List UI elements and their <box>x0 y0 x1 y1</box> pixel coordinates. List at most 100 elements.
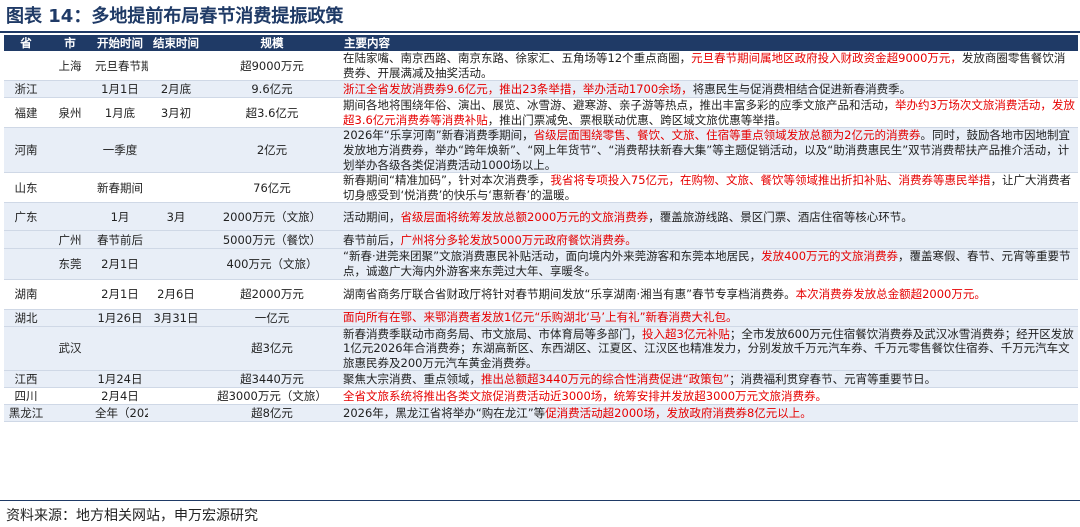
cell-end <box>148 326 204 372</box>
cell-city <box>48 127 92 174</box>
cell-province: 山东 <box>4 172 48 204</box>
cell-end: 3月初 <box>148 97 204 129</box>
highlight-text: 浙江全省发放消费券9.6亿元，推出23条举措，举办活动1700余场， <box>343 81 693 96</box>
cell-city: 武汉 <box>48 326 92 372</box>
content-text: 期间各地将围绕年俗、演出、展览、冰雪游、避寒游、亲子游等热点，推出丰富多彩的应季… <box>343 98 895 113</box>
cell-city: 上海 <box>48 51 92 82</box>
cell-scale: 超9000万元 <box>204 51 340 82</box>
table-row: 广东 1月 3月 2000万元（文旅） 活动期间，省级层面将统筹发放总额2000万元的文… <box>4 202 1078 232</box>
highlight-text: 元旦春节期间属地区政府投入财政资金超9000万元， <box>691 51 962 65</box>
table-row: 广州 春节前后 5000万元（餐饮） 春节前后，广州将分多轮发放5000万元政府餐饮消… <box>4 230 1078 250</box>
table-row: 上海元旦春节期间 超9000万元在陆家嘴、南京西路、南京东路、徐家汇、五角场等12… <box>4 51 1078 82</box>
cell-content: “新春·进莞来团聚”文旅消费惠民补贴活动，面向境内外来莞游客和东莞本地居民，发放… <box>340 248 1078 280</box>
source-note: 资料来源：地方相关网站，申万宏源研究 <box>6 508 258 524</box>
cell-end: 3月 <box>148 202 204 232</box>
cell-province <box>4 51 48 82</box>
content-text: 2026年，黑龙江省将举办“购在龙江”等 <box>343 406 546 421</box>
cell-scale: 超3亿元 <box>204 326 340 372</box>
cell-start: 1月26日 <box>92 309 148 327</box>
table-header-row: 省 市 开始时间 结束时间 规模 主要内容 <box>4 35 1078 51</box>
content-text: 将惠民生与促消费相结合促进新春消费季。 <box>692 81 912 96</box>
cell-end <box>148 51 204 82</box>
cell-province: 广东 <box>4 202 48 232</box>
cell-province: 黑龙江 <box>4 404 48 423</box>
title-rule <box>0 31 1080 33</box>
cell-end: 2月6日 <box>148 279 204 310</box>
table-body: 上海元旦春节期间 超9000万元在陆家嘴、南京西路、南京东路、徐家汇、五角场等12… <box>4 51 1078 423</box>
content-text: 春节前后， <box>343 232 401 247</box>
table-row: 福建 泉州 1月底 3月初 超3.6亿元 期间各地将围绕年俗、演出、展览、冰雪游、避寒游、… <box>4 97 1078 129</box>
table-row: 东莞 2月1日 400万元（文旅） “新春·进莞来团聚”文旅消费惠民补贴活动，面向境内… <box>4 248 1078 280</box>
header-scale: 规模 <box>204 35 340 51</box>
cell-end <box>148 387 204 406</box>
highlight-text: 省级层面围绕零售、餐饮、文旅、住宿等重点领域发放总额为2亿元的消费券 <box>533 128 921 143</box>
cell-city <box>48 370 92 389</box>
highlight-text: 省级层面将统筹发放总额2000万元的文旅消费券 <box>400 209 649 224</box>
table-row: 江西 1月24日 超3440万元 聚焦大宗消费、重点领域，推出总额超3440万元的综合… <box>4 370 1078 389</box>
content-text: 聚焦大宗消费、重点领域， <box>343 372 481 387</box>
content-text: 新春消费季联动市商务局、市文旅局、市体育局等多部门， <box>343 326 642 341</box>
cell-city: 广州 <box>48 230 92 250</box>
header-end: 结束时间 <box>148 35 204 51</box>
cell-content: 期间各地将围绕年俗、演出、展览、冰雪游、避寒游、亲子游等热点，推出丰富多彩的应季… <box>340 97 1078 129</box>
cell-city <box>48 202 92 232</box>
cell-content: 全省文旅系统将推出各类文旅促消费活动近3000场，统筹安排并发放超3000万元文… <box>340 387 1078 406</box>
cell-end <box>148 248 204 280</box>
cell-scale: 超3000万元（文旅） <box>204 387 340 406</box>
highlight-text: 广州将分多轮发放5000万元政府餐饮消费券。 <box>400 232 637 247</box>
cell-end <box>148 172 204 204</box>
highlight-text: 推出总额超3440万元的综合性消费促进“政策包” <box>481 372 730 387</box>
table-row: 湖北 1月26日 3月31日 一亿元 面向所有在鄂、来鄂消费者发放1亿元“乐购湖北‘马’… <box>4 309 1078 327</box>
cell-province: 福建 <box>4 97 48 129</box>
cell-scale: 400万元（文旅） <box>204 248 340 280</box>
cell-content: 面向所有在鄂、来鄂消费者发放1亿元“乐购湖北‘马’上有礼”新春消费大礼包。 <box>340 309 1078 327</box>
cell-scale: 2000万元（文旅） <box>204 202 340 232</box>
table-row: 武汉 超3亿元 新春消费季联动市商务局、市文旅局、市体育局等多部门，投入超3亿元补贴… <box>4 326 1078 372</box>
cell-province: 江西 <box>4 370 48 389</box>
cell-start: 全年（2026） <box>92 404 148 423</box>
figure-title: 图表 14：多地提前布局春节消费提振政策 <box>6 6 344 27</box>
cell-scale: 76亿元 <box>204 172 340 204</box>
cell-city: 泉州 <box>48 97 92 129</box>
bottom-rule <box>0 500 1080 501</box>
cell-start: 春节前后 <box>92 230 148 250</box>
header-city: 市 <box>48 35 92 51</box>
cell-city <box>48 309 92 327</box>
cell-end <box>148 127 204 174</box>
cell-end <box>148 404 204 423</box>
cell-scale: 9.6亿元 <box>204 80 340 99</box>
highlight-text: 面向所有在鄂、来鄂消费者发放1亿元“乐购湖北‘马’上有礼”新春消费大礼包。 <box>343 310 738 325</box>
cell-province: 浙江 <box>4 80 48 99</box>
table-row: 浙江 1月1日 2月底 9.6亿元 浙江全省发放消费券9.6亿元，推出23条举措，举办活… <box>4 80 1078 99</box>
content-text: 湖南省商务厅联合省财政厅将针对春节期间发放“乐享湖南·湘当有惠”春节专享档消费券… <box>343 286 796 301</box>
cell-city: 东莞 <box>48 248 92 280</box>
header-content: 主要内容 <box>340 35 1078 51</box>
table-row: 四川 2月4日 超3000万元（文旅） 全省文旅系统将推出各类文旅促消费活动近3000… <box>4 387 1078 406</box>
cell-content: 新春期间“精准加码”，针对本次消费季，我省将专项投入75亿元，在购物、文旅、餐饮… <box>340 172 1078 204</box>
highlight-text: 全省文旅系统将推出各类文旅促消费活动近3000场，统筹安排并发放超3000万元文… <box>343 389 828 404</box>
cell-content: 浙江全省发放消费券9.6亿元，推出23条举措，举办活动1700余场，将惠民生与促… <box>340 80 1078 99</box>
cell-city <box>48 80 92 99</box>
highlight-text: 投入超3亿元补贴 <box>642 326 730 341</box>
policy-table: 省 市 开始时间 结束时间 规模 主要内容 上海元旦春节期间 超9000万元在陆家… <box>4 35 1078 423</box>
cell-province <box>4 248 48 280</box>
cell-content: 活动期间，省级层面将统筹发放总额2000万元的文旅消费券，覆盖旅游线路、景区门票… <box>340 202 1078 232</box>
cell-content: 2026年，黑龙江省将举办“购在龙江”等促消费活动超2000场，发放政府消费券8… <box>340 404 1078 423</box>
cell-start <box>92 326 148 372</box>
cell-start: 1月24日 <box>92 370 148 389</box>
cell-province <box>4 326 48 372</box>
highlight-text: 发放400万元的文旅消费券 <box>761 249 899 264</box>
content-text: “新春·进莞来团聚”文旅消费惠民补贴活动，面向境内外来莞游客和东莞本地居民， <box>343 249 762 264</box>
cell-province: 湖南 <box>4 279 48 310</box>
cell-content: 2026年“乐享河南”新春消费季期间，省级层面围绕零售、餐饮、文旅、住宿等重点领… <box>340 127 1078 174</box>
content-text: 2026年“乐享河南”新春消费季期间， <box>343 128 534 143</box>
cell-start: 1月 <box>92 202 148 232</box>
content-text: ，推出门票减免、票根联动优惠、跨区域文旅优惠等举措。 <box>487 112 787 127</box>
cell-scale: 超3440万元 <box>204 370 340 389</box>
table-row: 湖南 2月1日 2月6日 超2000万元 湖南省商务厅联合省财政厅将针对春节期间发放“乐… <box>4 279 1078 310</box>
highlight-text: 本次消费券发放总金额超2000万元。 <box>795 286 986 301</box>
cell-scale: 超2000万元 <box>204 279 340 310</box>
cell-city <box>48 172 92 204</box>
cell-city <box>48 404 92 423</box>
cell-province: 河南 <box>4 127 48 174</box>
